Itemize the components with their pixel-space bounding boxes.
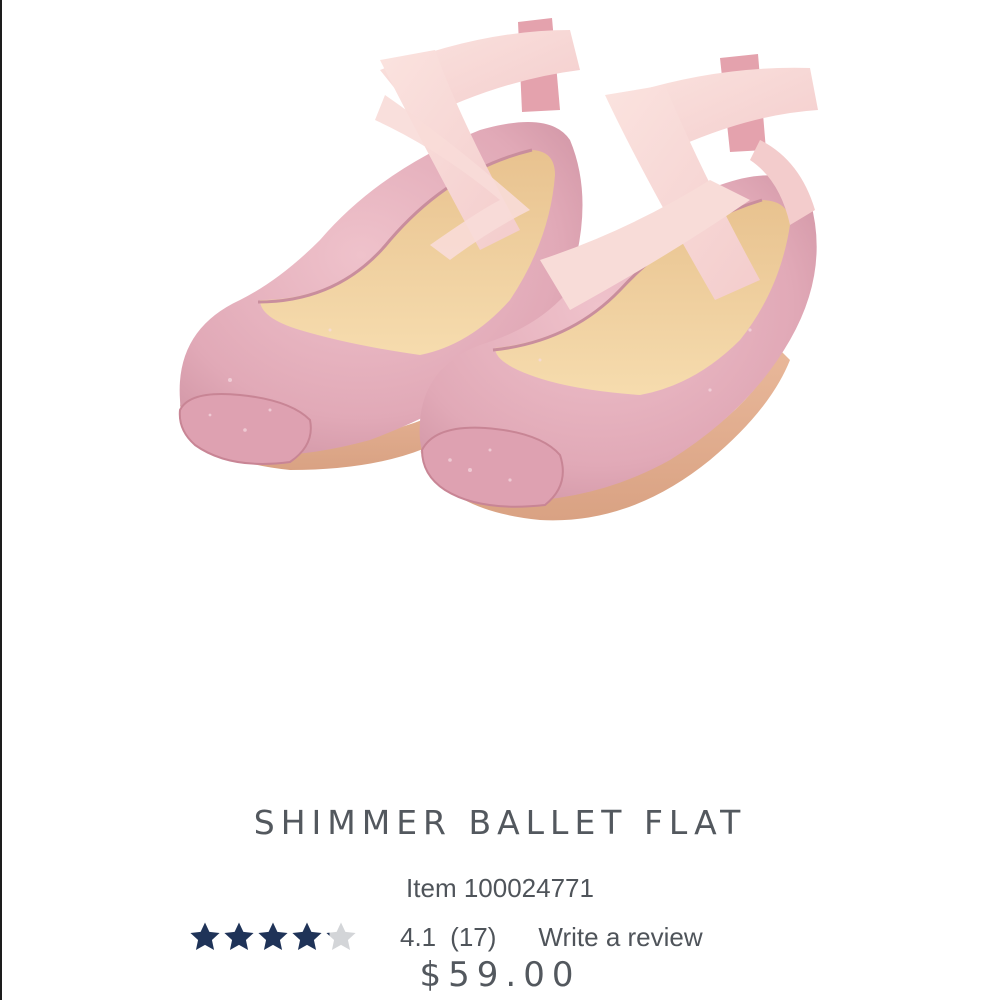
star-icon <box>190 922 220 951</box>
star-rating[interactable] <box>188 920 358 954</box>
star-icon <box>292 922 322 951</box>
star-icon <box>224 922 254 951</box>
item-number: Item 100024771 <box>406 873 594 903</box>
star-icon <box>258 922 288 951</box>
star-icon <box>326 922 356 951</box>
product-price: $59.00 <box>419 955 581 995</box>
product-image[interactable] <box>150 0 850 560</box>
rating-row: 4.1 (17) Write a review <box>188 917 703 957</box>
rating-value: 4.1 <box>400 921 437 952</box>
left-border <box>0 0 2 1000</box>
product-page: SHIMMER BALLET FLAT Item 100024771 4.1 (… <box>0 0 1000 1000</box>
review-count[interactable]: (17) <box>450 922 496 953</box>
product-title: SHIMMER BALLET FLAT <box>253 803 747 842</box>
write-review-link[interactable]: Write a review <box>538 922 702 953</box>
